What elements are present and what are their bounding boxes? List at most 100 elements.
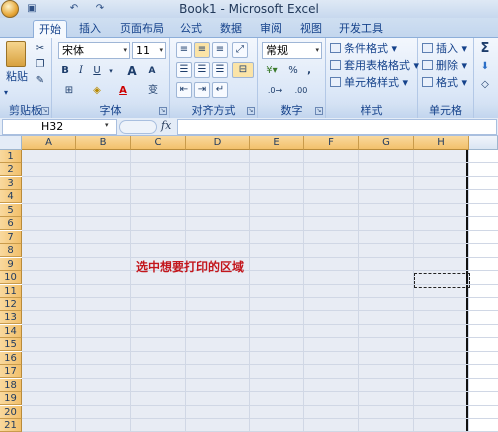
phonetic-button[interactable]: 变 (142, 83, 164, 99)
clear-icon[interactable]: ◇ (477, 77, 493, 93)
formula-input[interactable] (177, 119, 497, 135)
conditional-format-button[interactable]: 条件格式 ▾ (330, 42, 397, 56)
align-center-icon[interactable]: ☰ (194, 62, 210, 78)
row-header-15[interactable]: 15 (0, 338, 22, 351)
gridline-horizontal (22, 216, 498, 217)
decrease-decimal-icon[interactable]: .00 (290, 83, 312, 99)
tab-data[interactable]: 数据 (216, 20, 246, 38)
name-box-dropdown-icon[interactable]: ▾ (105, 121, 109, 129)
font-name-select[interactable]: 宋体 ▾ (58, 42, 130, 59)
active-cell-h10[interactable] (414, 273, 470, 288)
underline-dropdown-icon[interactable]: ▾ (106, 63, 116, 79)
row-header-19[interactable]: 19 (0, 392, 22, 405)
column-header-f[interactable]: F (304, 136, 359, 150)
row-header-16[interactable]: 16 (0, 352, 22, 365)
grow-font-button[interactable]: A (124, 63, 140, 79)
column-header-c[interactable]: C (131, 136, 186, 150)
currency-icon[interactable]: ¥▾ (262, 63, 282, 79)
align-right-icon[interactable]: ☰ (212, 62, 228, 78)
number-launcher-icon[interactable]: ↘ (315, 107, 323, 115)
row-header-5[interactable]: 5 (0, 204, 22, 217)
tab-formulas[interactable]: 公式 (176, 20, 206, 38)
row-header-20[interactable]: 20 (0, 406, 22, 419)
row-header-11[interactable]: 11 (0, 285, 22, 298)
spreadsheet-grid[interactable]: ABCDEFGH 1 2 3 4 5 6 7 8 9 10 11 12 13 14 15 16 17 18 19 20… (0, 136, 498, 432)
wrap-text-icon[interactable]: ↵ (212, 82, 228, 98)
orientation-icon[interactable]: ⤢ (232, 42, 248, 58)
row-header-3[interactable]: 3 (0, 177, 22, 190)
column-header-e[interactable]: E (250, 136, 304, 150)
row-header-4[interactable]: 4 (0, 190, 22, 203)
shrink-font-button[interactable]: A (144, 63, 160, 79)
align-left-icon[interactable]: ☰ (176, 62, 192, 78)
clipboard-launcher-icon[interactable]: ↘ (41, 107, 49, 115)
tab-developer[interactable]: 开发工具 (336, 20, 386, 38)
format-as-table-button[interactable]: 套用表格格式 ▾ (330, 59, 419, 73)
tab-review[interactable]: 审阅 (256, 20, 286, 38)
bold-button[interactable]: B (58, 63, 72, 79)
row-header-7[interactable]: 7 (0, 231, 22, 244)
insert-function-button[interactable]: fx (161, 119, 171, 132)
gridline-vertical (130, 150, 131, 431)
decrease-indent-icon[interactable]: ⇤ (176, 82, 192, 98)
column-header-g[interactable]: G (359, 136, 414, 150)
border-icon[interactable]: ⊞ (58, 83, 80, 99)
column-header-d[interactable]: D (186, 136, 250, 150)
cut-icon[interactable]: ✂ (32, 41, 48, 57)
increase-indent-icon[interactable]: ⇥ (194, 82, 210, 98)
italic-button[interactable]: I (74, 63, 88, 79)
comma-button[interactable]: , (302, 63, 316, 79)
row-header-17[interactable]: 17 (0, 365, 22, 378)
row-header-12[interactable]: 12 (0, 298, 22, 311)
autosum-button[interactable]: Σ (477, 41, 493, 57)
styles-group-label: 样式 (326, 103, 417, 118)
selected-range[interactable] (22, 150, 469, 431)
align-top-icon[interactable]: ≡ (176, 42, 192, 58)
row-header-8[interactable]: 8 (0, 244, 22, 257)
percent-button[interactable]: % (286, 63, 300, 79)
row-header-13[interactable]: 13 (0, 311, 22, 324)
row-header-18[interactable]: 18 (0, 379, 22, 392)
row-header-10[interactable]: 10 (0, 271, 22, 284)
format-painter-icon[interactable]: ✎ (32, 73, 48, 89)
align-middle-icon[interactable]: ≡ (194, 42, 210, 58)
paste-icon[interactable] (6, 41, 26, 67)
fill-color-icon[interactable]: ◈ (86, 83, 108, 99)
cell-styles-button[interactable]: 单元格样式 ▾ (330, 76, 408, 90)
gridline-horizontal (22, 324, 498, 325)
fill-icon[interactable]: ⬇ (477, 59, 493, 75)
paste-dropdown-icon[interactable]: ▾ (4, 86, 8, 100)
paste-button[interactable]: 粘贴 (6, 70, 28, 84)
row-header-2[interactable]: 2 (0, 163, 22, 176)
alignment-launcher-icon[interactable]: ↘ (247, 107, 255, 115)
underline-button[interactable]: U (90, 63, 104, 79)
font-color-button[interactable]: A (112, 83, 134, 99)
row-header-6[interactable]: 6 (0, 217, 22, 230)
number-format-select[interactable]: 常规 ▾ (262, 42, 322, 59)
tab-page-layout[interactable]: 页面布局 (116, 20, 168, 38)
column-header-overflow (469, 136, 498, 150)
row-header-21[interactable]: 21 (0, 419, 22, 432)
increase-decimal-icon[interactable]: .0→ (264, 83, 286, 99)
font-size-value: 11 (136, 44, 150, 57)
name-box[interactable]: H32 (2, 119, 117, 135)
column-header-b[interactable]: B (76, 136, 131, 150)
font-size-select[interactable]: 11 ▾ (132, 42, 166, 59)
tab-insert[interactable]: 插入 (75, 20, 105, 38)
row-header-14[interactable]: 14 (0, 325, 22, 338)
merge-center-icon[interactable]: ⊟ (232, 62, 254, 78)
gridline-vertical (303, 150, 304, 431)
align-bottom-icon[interactable]: ≡ (212, 42, 228, 58)
column-header-a[interactable]: A (22, 136, 76, 150)
tab-home[interactable]: 开始 (33, 20, 67, 38)
format-cells-button[interactable]: 格式 ▾ (422, 76, 467, 90)
delete-cells-button[interactable]: 删除 ▾ (422, 59, 467, 73)
row-header-1[interactable]: 1 (0, 150, 22, 163)
row-header-9[interactable]: 9 (0, 258, 22, 271)
copy-icon[interactable]: ❐ (32, 57, 48, 73)
font-launcher-icon[interactable]: ↘ (159, 107, 167, 115)
tab-view[interactable]: 视图 (296, 20, 326, 38)
select-all-corner[interactable] (0, 136, 22, 150)
column-header-h[interactable]: H (414, 136, 469, 150)
insert-cells-button[interactable]: 插入 ▾ (422, 42, 467, 56)
